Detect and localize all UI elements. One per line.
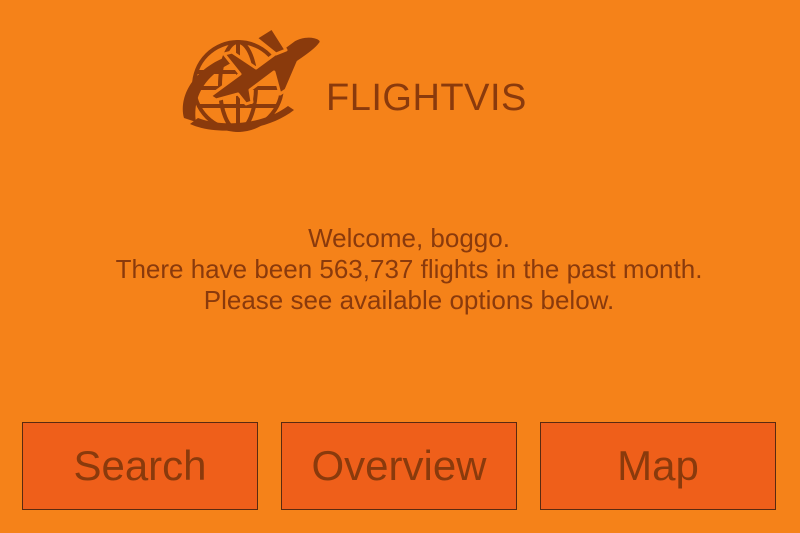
search-button[interactable]: Search bbox=[22, 422, 258, 510]
welcome-message: Welcome, boggo. There have been 563,737 … bbox=[0, 223, 800, 316]
overview-button[interactable]: Overview bbox=[281, 422, 517, 510]
app-title: FLIGHTVIS bbox=[326, 77, 527, 119]
options-hint: Please see available options below. bbox=[203, 285, 615, 315]
map-button[interactable]: Map bbox=[540, 422, 776, 510]
welcome-greeting: Welcome, boggo. bbox=[308, 223, 510, 253]
globe-airplane-icon bbox=[182, 26, 323, 132]
flight-count-text: There have been 563,737 flights in the p… bbox=[115, 254, 703, 284]
